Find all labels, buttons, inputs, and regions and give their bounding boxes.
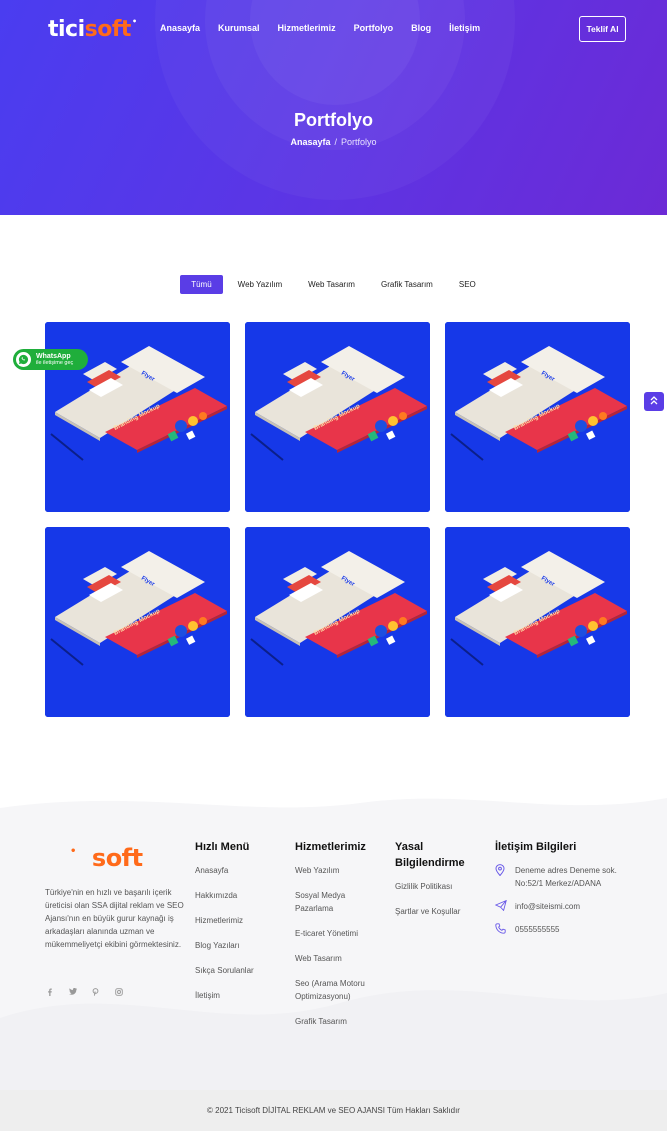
copyright-text: © 2021 Ticisoft DİJİTAL REKLAM ve SEO AJ… bbox=[207, 1106, 460, 1115]
whatsapp-icon bbox=[16, 352, 31, 367]
logo-part-1: tici bbox=[48, 17, 85, 42]
brand-logo[interactable]: tici soft • bbox=[48, 17, 137, 43]
portfolio-item[interactable]: Flyer Branding Mockup bbox=[445, 322, 630, 512]
portfolio-item-image: Flyer Branding Mockup bbox=[45, 527, 230, 717]
breadcrumb-current: Portfolyo bbox=[341, 137, 377, 147]
footer-service-web-tasarim[interactable]: Web Tasarım bbox=[295, 952, 385, 965]
portfolio-item[interactable]: Flyer Branding Mockup bbox=[45, 527, 230, 717]
footer-service-web-yazilim[interactable]: Web Yazılım bbox=[295, 864, 385, 877]
scroll-to-top-button[interactable] bbox=[644, 392, 664, 411]
footer-legal-title: Yasal Bilgilendirme bbox=[395, 841, 465, 869]
logo-part-2: soft bbox=[84, 17, 132, 42]
double-chevron-up-icon bbox=[650, 396, 658, 407]
nav-item-kurumsal[interactable]: Kurumsal bbox=[218, 23, 260, 33]
copyright-bar: © 2021 Ticisoft DİJİTAL REKLAM ve SEO AJ… bbox=[0, 1090, 667, 1131]
footer-link-hakkimizda[interactable]: Hakkımızda bbox=[195, 889, 285, 902]
contact-address-text: Deneme adres Deneme sok. No:52/1 Merkez/… bbox=[515, 866, 617, 888]
footer-logo[interactable]: • soft bbox=[70, 844, 143, 872]
footer-service-seo[interactable]: Seo (Arama Motoru Optimizasyonu) bbox=[295, 977, 385, 1003]
footer-link-sss[interactable]: Sıkça Sorulanlar bbox=[195, 964, 285, 977]
portfolio-grid: Flyer Branding Mockup Flyer Branding Moc… bbox=[45, 322, 630, 717]
contact-address: Deneme adres Deneme sok. No:52/1 Merkez/… bbox=[495, 864, 635, 890]
footer-logo-text: soft bbox=[91, 844, 143, 872]
footer-link-iletisim[interactable]: İletişim bbox=[195, 989, 285, 1002]
breadcrumb-home-link[interactable]: Anasayfa bbox=[290, 137, 330, 147]
pinterest-icon[interactable] bbox=[91, 987, 100, 996]
portfolio-item-image: Flyer Branding Mockup bbox=[445, 322, 630, 512]
teklif-al-button[interactable]: Teklif Al bbox=[579, 16, 626, 42]
filter-tab-tumu[interactable]: Tümü bbox=[180, 275, 223, 294]
logo-mark: • bbox=[131, 17, 137, 26]
contact-email-text[interactable]: info@siteismi.com bbox=[515, 900, 580, 913]
filter-tab-web-tasarim[interactable]: Web Tasarım bbox=[297, 275, 366, 294]
footer-description: Türkiye'nin en hızlı ve başarılı içerik … bbox=[45, 888, 184, 949]
phone-icon bbox=[495, 923, 507, 935]
footer-link-sartlar[interactable]: Şartlar ve Koşullar bbox=[395, 905, 485, 918]
facebook-icon[interactable] bbox=[45, 987, 54, 996]
footer-service-grafik[interactable]: Grafik Tasarım bbox=[295, 1015, 385, 1028]
nav-item-blog[interactable]: Blog bbox=[411, 23, 431, 33]
breadcrumb: Anasayfa / Portfolyo bbox=[0, 137, 667, 147]
breadcrumb-separator: / bbox=[334, 137, 337, 147]
filter-tab-web-yazilim[interactable]: Web Yazılım bbox=[227, 275, 293, 294]
paper-plane-icon bbox=[494, 899, 507, 912]
filter-tab-grafik-tasarim[interactable]: Grafik Tasarım bbox=[370, 275, 444, 294]
contact-phone-text[interactable]: 0555555555 bbox=[515, 923, 560, 936]
footer-service-sosyal-medya[interactable]: Sosyal Medya Pazarlama bbox=[295, 889, 385, 915]
footer-link-hizmetlerimiz[interactable]: Hizmetlerimiz bbox=[195, 914, 285, 927]
nav-item-portfolyo[interactable]: Portfolyo bbox=[354, 23, 394, 33]
footer-contact-title: İletişim Bilgileri bbox=[495, 841, 577, 853]
contact-phone[interactable]: 0555555555 bbox=[495, 923, 635, 936]
portfolio-item-image: Flyer Branding Mockup bbox=[445, 527, 630, 717]
location-pin-icon bbox=[495, 864, 507, 877]
contact-email[interactable]: info@siteismi.com bbox=[494, 899, 635, 913]
portfolio-item[interactable]: Flyer Branding Mockup bbox=[245, 322, 430, 512]
footer-services-title: Hizmetlerimiz bbox=[295, 841, 366, 853]
footer-services: Hizmetlerimiz Web Yazılım Sosyal Medya P… bbox=[295, 839, 385, 1040]
logo-mark: • bbox=[70, 846, 76, 857]
main-nav: Anasayfa Kurumsal Hizmetlerimiz Portfoly… bbox=[160, 23, 480, 33]
footer-link-anasayfa[interactable]: Anasayfa bbox=[195, 864, 285, 877]
page-header-hero: tici soft • Anasayfa Kurumsal Hizmetlerimi… bbox=[0, 0, 667, 215]
footer-quick-menu-title: Hızlı Menü bbox=[195, 841, 250, 853]
footer-quick-menu: Hızlı Menü Anasayfa Hakkımızda Hizmetler… bbox=[195, 839, 285, 1014]
nav-item-anasayfa[interactable]: Anasayfa bbox=[160, 23, 200, 33]
footer-link-blog[interactable]: Blog Yazıları bbox=[195, 939, 285, 952]
portfolio-item-image: Flyer Branding Mockup bbox=[245, 322, 430, 512]
page-title: Portfolyo bbox=[294, 110, 373, 130]
footer-link-gizlilik[interactable]: Gizlilik Politikası bbox=[395, 880, 485, 893]
whatsapp-title: WhatsApp bbox=[36, 352, 71, 360]
portfolio-item[interactable]: Flyer Branding Mockup bbox=[245, 527, 430, 717]
social-links bbox=[45, 987, 123, 996]
instagram-icon[interactable] bbox=[114, 987, 123, 996]
twitter-icon[interactable] bbox=[68, 987, 77, 996]
site-footer: • soft Türkiye'nin en hızlı ve başarılı i… bbox=[0, 778, 667, 1090]
nav-item-hizmetlerimiz[interactable]: Hizmetlerimiz bbox=[278, 23, 336, 33]
filter-tab-seo[interactable]: SEO bbox=[448, 275, 487, 294]
footer-legal: Yasal Bilgilendirme Gizlilik Politikası … bbox=[395, 839, 485, 930]
portfolio-filter-tabs: Tümü Web Yazılım Web Tasarım Grafik Tasa… bbox=[0, 275, 667, 294]
whatsapp-subtitle: ile iletişime geç bbox=[36, 359, 74, 366]
nav-item-iletisim[interactable]: İletişim bbox=[449, 23, 480, 33]
portfolio-item[interactable]: Flyer Branding Mockup bbox=[445, 527, 630, 717]
footer-contact: İletişim Bilgileri Deneme adres Deneme s… bbox=[494, 839, 635, 946]
portfolio-item-image: Flyer Branding Mockup bbox=[245, 527, 430, 717]
footer-service-eticaret[interactable]: E-ticaret Yönetimi bbox=[295, 927, 385, 940]
whatsapp-button[interactable]: WhatsApp ile iletişime geç bbox=[13, 349, 88, 370]
